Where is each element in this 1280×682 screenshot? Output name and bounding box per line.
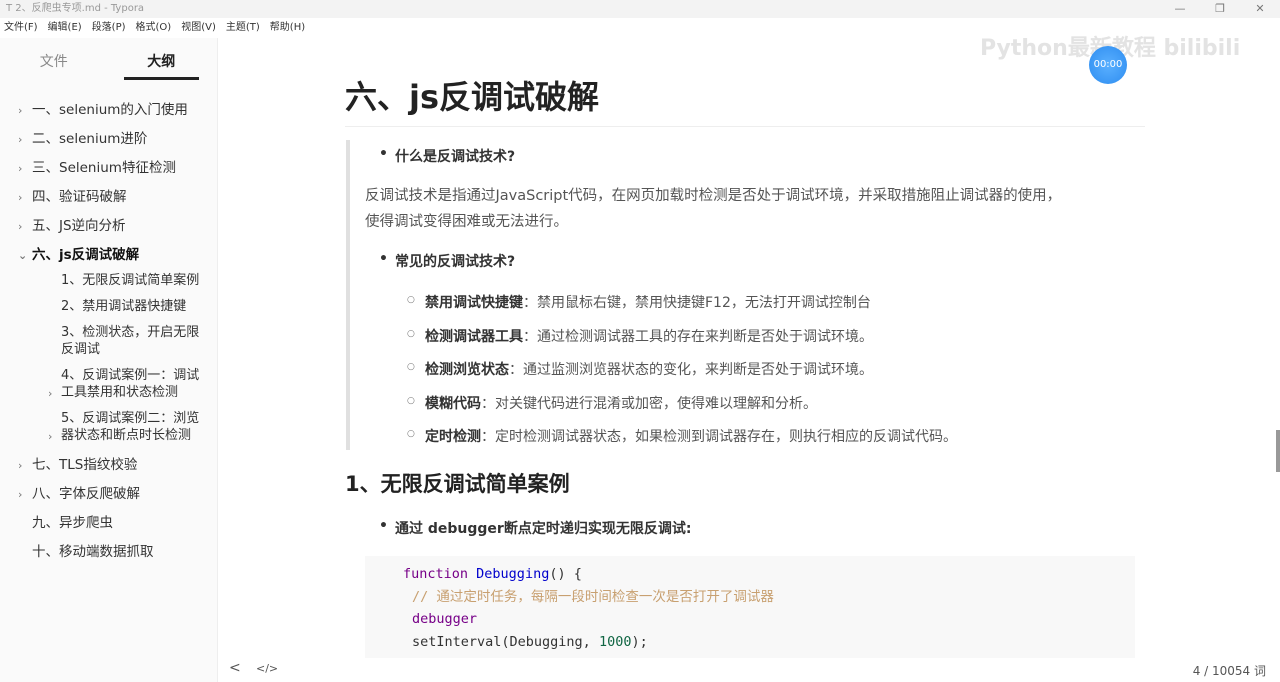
outline-item[interactable]: ⌄ 六、js反调试破解 bbox=[0, 243, 218, 272]
chevron-icon[interactable]: ⌄ bbox=[18, 246, 27, 266]
outline-subitem[interactable]: › 5、反调试案例二：浏览器状态和断点时长检测 bbox=[0, 410, 218, 444]
sidebar: 文件 大纲 › 一、selenium的入门使用 › 二、selenium进阶 › 三、Sel… bbox=[0, 38, 218, 682]
editor[interactable]: 六、js反调试破解 什么是反调试技术? 反调试技术是指通过JavaScript代… bbox=[219, 38, 1280, 658]
outline-item[interactable]: › 一、selenium的入门使用 bbox=[0, 98, 218, 127]
outline-item[interactable]: › 四、验证码破解 bbox=[0, 185, 218, 214]
chevron-icon[interactable]: › bbox=[18, 217, 22, 237]
chevron-icon[interactable]: › bbox=[18, 159, 22, 179]
outline-label: 4、反调试案例一：调试工具禁用和状态检测 bbox=[61, 368, 200, 400]
outline-list: › 一、selenium的入门使用 › 二、selenium进阶 › 三、Selenium… bbox=[0, 98, 218, 569]
menu-theme[interactable]: 主题(T) bbox=[226, 18, 260, 38]
code-text: ); bbox=[631, 633, 648, 650]
outline-item[interactable]: › 八、字体反爬破解 bbox=[0, 482, 218, 511]
code-text: setInterval(Debugging, bbox=[412, 633, 599, 650]
outline-label: 二、selenium进阶 bbox=[32, 131, 148, 147]
outline-label: 5、反调试案例二：浏览器状态和断点时长检测 bbox=[61, 411, 200, 443]
menu-file[interactable]: 文件(F) bbox=[4, 18, 38, 38]
chevron-icon[interactable]: › bbox=[18, 485, 22, 505]
list-item-term: 检测调试器工具 bbox=[425, 328, 523, 345]
tab-files[interactable]: 文件 bbox=[0, 38, 92, 80]
minimize-button[interactable]: — bbox=[1160, 0, 1200, 18]
outline-label: 九、异步爬虫 bbox=[32, 515, 113, 531]
outline-subitem[interactable]: 1、无限反调试简单案例 bbox=[0, 272, 218, 289]
chevron-icon[interactable]: › bbox=[48, 428, 52, 445]
outline-subitem[interactable]: › 4、反调试案例一：调试工具禁用和状态检测 bbox=[0, 367, 218, 401]
outline-item[interactable]: › 七、TLS指纹校验 bbox=[0, 453, 218, 482]
outline-label: 七、TLS指纹校验 bbox=[32, 457, 138, 473]
outline-label: 八、字体反爬破解 bbox=[32, 486, 140, 502]
outline-label: 三、Selenium特征检测 bbox=[32, 160, 176, 176]
outline-label: 一、selenium的入门使用 bbox=[32, 102, 188, 118]
outline-label: 1、无限反调试简单案例 bbox=[61, 273, 200, 288]
chevron-icon[interactable]: › bbox=[18, 188, 22, 208]
outline-item[interactable]: › 五、JS逆向分析 bbox=[0, 214, 218, 243]
title-bar: T 2、反爬虫专项.md - Typora — ❐ ✕ bbox=[0, 0, 1280, 18]
outline-label: 六、js反调试破解 bbox=[32, 247, 140, 263]
code-text: () { bbox=[549, 566, 582, 582]
menu-paragraph[interactable]: 段落(P) bbox=[92, 18, 126, 38]
list-item-desc: ：禁用鼠标右键，禁用快捷键F12，无法打开调试控制台 bbox=[523, 295, 871, 311]
list-item: 定时检测：定时检测调试器状态，如果检测到调试器存在，则执行相应的反调试代码。 bbox=[407, 426, 957, 446]
list-item-term: 检测浏览状态 bbox=[425, 362, 509, 378]
list-item: 模糊代码：对关键代码进行混淆或加密，使得难以理解和分析。 bbox=[407, 393, 817, 413]
outline-subitem[interactable]: 2、禁用调试器快捷键 bbox=[0, 298, 218, 315]
list-item: 检测调试器工具：通过检测调试器工具的存在来判断是否处于调试环境。 bbox=[407, 326, 873, 346]
code-comment: // 通过定时任务，每隔一段时间检查一次是否打开了调试器 bbox=[412, 588, 774, 605]
paragraph-line-2: 使得调试变得困难或无法进行。 bbox=[365, 214, 568, 230]
chevron-icon[interactable]: › bbox=[18, 456, 22, 476]
bullet-question-3: 通过 debugger断点定时递归实现无限反调试: bbox=[379, 518, 691, 538]
list-item-term: 定时检测 bbox=[425, 429, 481, 445]
close-button[interactable]: ✕ bbox=[1240, 0, 1280, 18]
paragraph-line-1: 反调试技术是指通过JavaScript代码，在网页加载时检测是否处于调试环境，并… bbox=[365, 188, 1062, 204]
divider bbox=[345, 126, 1145, 127]
window-title: T 2、反爬虫专项.md - Typora bbox=[6, 3, 145, 14]
code-keyword: function bbox=[403, 566, 469, 582]
list-item: 禁用调试快捷键：禁用鼠标右键，禁用快捷键F12，无法打开调试控制台 bbox=[407, 292, 871, 312]
status-bar: < </> 4 / 10054 词 bbox=[219, 658, 1280, 682]
chevron-icon[interactable]: › bbox=[18, 101, 22, 121]
scrollbar[interactable] bbox=[1276, 430, 1280, 472]
list-item-desc: ：通过监测浏览器状态的变化，来判断是否处于调试环境。 bbox=[509, 362, 873, 378]
menu-edit[interactable]: 编辑(E) bbox=[48, 18, 82, 38]
heading-2: 1、无限反调试简单案例 bbox=[345, 472, 570, 496]
bullet-question-2: 常见的反调试技术? bbox=[379, 251, 515, 271]
code-block[interactable]: function Debugging() { // 通过定时任务，每隔一段时间检… bbox=[365, 556, 1135, 658]
outline-label: 2、禁用调试器快捷键 bbox=[61, 299, 187, 314]
list-item-desc: ：对关键代码进行混淆或加密，使得难以理解和分析。 bbox=[481, 395, 817, 412]
code-function-name: Debugging bbox=[476, 566, 550, 582]
bullet-question-1: 什么是反调试技术? bbox=[379, 146, 515, 166]
heading-1: 六、js反调试破解 bbox=[345, 78, 600, 116]
outline-item[interactable]: 十、移动端数据抓取 bbox=[0, 540, 218, 569]
chevron-icon[interactable]: › bbox=[48, 385, 52, 402]
back-button[interactable]: < bbox=[229, 660, 241, 676]
maximize-button[interactable]: ❐ bbox=[1200, 0, 1240, 18]
chevron-icon[interactable]: › bbox=[18, 130, 22, 150]
recording-timer[interactable]: 00:00 bbox=[1089, 46, 1127, 84]
outline-label: 十、移动端数据抓取 bbox=[32, 544, 154, 560]
outline-item[interactable]: 九、异步爬虫 bbox=[0, 511, 218, 540]
code-number: 1000 bbox=[598, 633, 632, 650]
source-mode-button[interactable]: </> bbox=[256, 662, 278, 675]
menu-view[interactable]: 视图(V) bbox=[181, 18, 216, 38]
list-item: 检测浏览状态：通过监测浏览器状态的变化，来判断是否处于调试环境。 bbox=[407, 359, 873, 379]
tab-outline[interactable]: 大纲 bbox=[123, 38, 199, 80]
word-count[interactable]: 4 / 10054 词 bbox=[1193, 662, 1266, 679]
list-item-term: 禁用调试快捷键 bbox=[425, 295, 523, 311]
list-item-desc: ：定时检测调试器状态，如果检测到调试器存在，则执行相应的反调试代码。 bbox=[481, 429, 957, 445]
code-debugger: debugger bbox=[412, 611, 478, 627]
outline-item[interactable]: › 二、selenium进阶 bbox=[0, 127, 218, 156]
outline-label: 五、JS逆向分析 bbox=[32, 218, 126, 234]
outline-label: 四、验证码破解 bbox=[32, 189, 127, 205]
list-item-desc: ：通过检测调试器工具的存在来判断是否处于调试环境。 bbox=[523, 328, 873, 345]
outline-label: 3、检测状态，开启无限反调试 bbox=[61, 325, 200, 357]
menu-format[interactable]: 格式(O) bbox=[136, 18, 172, 38]
menu-help[interactable]: 帮助(H) bbox=[270, 18, 305, 38]
outline-subitem[interactable]: 3、检测状态，开启无限反调试 bbox=[0, 324, 218, 358]
outline-item[interactable]: › 三、Selenium特征检测 bbox=[0, 156, 218, 185]
list-item-term: 模糊代码 bbox=[425, 395, 481, 412]
